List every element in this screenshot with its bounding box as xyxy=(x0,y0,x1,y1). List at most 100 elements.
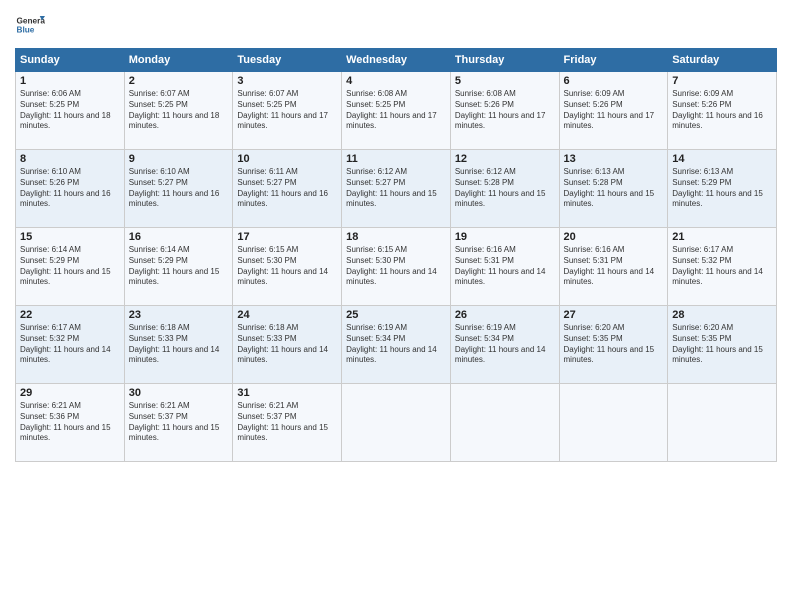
calendar-day-25: 25 Sunrise: 6:19 AM Sunset: 5:34 PM Dayl… xyxy=(342,306,451,384)
weekday-header-saturday: Saturday xyxy=(668,49,777,72)
day-info: Sunrise: 6:11 AM Sunset: 5:27 PM Dayligh… xyxy=(237,167,337,210)
day-number: 4 xyxy=(346,75,446,87)
day-info: Sunrise: 6:19 AM Sunset: 5:34 PM Dayligh… xyxy=(455,323,555,366)
calendar-day-9: 9 Sunrise: 6:10 AM Sunset: 5:27 PM Dayli… xyxy=(124,150,233,228)
day-info: Sunrise: 6:15 AM Sunset: 5:30 PM Dayligh… xyxy=(237,245,337,288)
weekday-header-monday: Monday xyxy=(124,49,233,72)
day-number: 29 xyxy=(20,387,120,399)
day-number: 28 xyxy=(672,309,772,321)
day-info: Sunrise: 6:16 AM Sunset: 5:31 PM Dayligh… xyxy=(564,245,664,288)
day-info: Sunrise: 6:09 AM Sunset: 5:26 PM Dayligh… xyxy=(564,89,664,132)
day-info: Sunrise: 6:13 AM Sunset: 5:29 PM Dayligh… xyxy=(672,167,772,210)
day-info: Sunrise: 6:07 AM Sunset: 5:25 PM Dayligh… xyxy=(129,89,229,132)
calendar-week-4: 22 Sunrise: 6:17 AM Sunset: 5:32 PM Dayl… xyxy=(16,306,777,384)
calendar-day-28: 28 Sunrise: 6:20 AM Sunset: 5:35 PM Dayl… xyxy=(668,306,777,384)
day-number: 6 xyxy=(564,75,664,87)
day-info: Sunrise: 6:09 AM Sunset: 5:26 PM Dayligh… xyxy=(672,89,772,132)
calendar-table: SundayMondayTuesdayWednesdayThursdayFrid… xyxy=(15,48,777,462)
day-number: 7 xyxy=(672,75,772,87)
calendar-day-26: 26 Sunrise: 6:19 AM Sunset: 5:34 PM Dayl… xyxy=(450,306,559,384)
weekday-header-friday: Friday xyxy=(559,49,668,72)
day-number: 25 xyxy=(346,309,446,321)
day-number: 23 xyxy=(129,309,229,321)
empty-cell xyxy=(559,384,668,462)
day-info: Sunrise: 6:07 AM Sunset: 5:25 PM Dayligh… xyxy=(237,89,337,132)
calendar-day-27: 27 Sunrise: 6:20 AM Sunset: 5:35 PM Dayl… xyxy=(559,306,668,384)
day-info: Sunrise: 6:21 AM Sunset: 5:36 PM Dayligh… xyxy=(20,401,120,444)
calendar-day-3: 3 Sunrise: 6:07 AM Sunset: 5:25 PM Dayli… xyxy=(233,72,342,150)
day-info: Sunrise: 6:14 AM Sunset: 5:29 PM Dayligh… xyxy=(129,245,229,288)
svg-text:Blue: Blue xyxy=(17,26,35,35)
day-number: 31 xyxy=(237,387,337,399)
calendar-week-5: 29 Sunrise: 6:21 AM Sunset: 5:36 PM Dayl… xyxy=(16,384,777,462)
day-number: 24 xyxy=(237,309,337,321)
day-info: Sunrise: 6:14 AM Sunset: 5:29 PM Dayligh… xyxy=(20,245,120,288)
weekday-header-thursday: Thursday xyxy=(450,49,559,72)
day-info: Sunrise: 6:08 AM Sunset: 5:25 PM Dayligh… xyxy=(346,89,446,132)
day-info: Sunrise: 6:06 AM Sunset: 5:25 PM Dayligh… xyxy=(20,89,120,132)
calendar-day-21: 21 Sunrise: 6:17 AM Sunset: 5:32 PM Dayl… xyxy=(668,228,777,306)
day-number: 26 xyxy=(455,309,555,321)
day-number: 30 xyxy=(129,387,229,399)
day-number: 13 xyxy=(564,153,664,165)
calendar-day-11: 11 Sunrise: 6:12 AM Sunset: 5:27 PM Dayl… xyxy=(342,150,451,228)
day-number: 2 xyxy=(129,75,229,87)
day-info: Sunrise: 6:20 AM Sunset: 5:35 PM Dayligh… xyxy=(672,323,772,366)
calendar-day-15: 15 Sunrise: 6:14 AM Sunset: 5:29 PM Dayl… xyxy=(16,228,125,306)
day-info: Sunrise: 6:17 AM Sunset: 5:32 PM Dayligh… xyxy=(20,323,120,366)
day-number: 11 xyxy=(346,153,446,165)
calendar-day-13: 13 Sunrise: 6:13 AM Sunset: 5:28 PM Dayl… xyxy=(559,150,668,228)
calendar-day-31: 31 Sunrise: 6:21 AM Sunset: 5:37 PM Dayl… xyxy=(233,384,342,462)
day-info: Sunrise: 6:10 AM Sunset: 5:26 PM Dayligh… xyxy=(20,167,120,210)
day-number: 5 xyxy=(455,75,555,87)
day-number: 8 xyxy=(20,153,120,165)
day-number: 12 xyxy=(455,153,555,165)
day-number: 20 xyxy=(564,231,664,243)
day-info: Sunrise: 6:17 AM Sunset: 5:32 PM Dayligh… xyxy=(672,245,772,288)
calendar-day-24: 24 Sunrise: 6:18 AM Sunset: 5:33 PM Dayl… xyxy=(233,306,342,384)
day-number: 27 xyxy=(564,309,664,321)
day-number: 16 xyxy=(129,231,229,243)
weekday-header-wednesday: Wednesday xyxy=(342,49,451,72)
calendar-day-22: 22 Sunrise: 6:17 AM Sunset: 5:32 PM Dayl… xyxy=(16,306,125,384)
weekday-header-row: SundayMondayTuesdayWednesdayThursdayFrid… xyxy=(16,49,777,72)
calendar-day-29: 29 Sunrise: 6:21 AM Sunset: 5:36 PM Dayl… xyxy=(16,384,125,462)
logo-icon: General Blue xyxy=(15,10,45,40)
calendar-day-1: 1 Sunrise: 6:06 AM Sunset: 5:25 PM Dayli… xyxy=(16,72,125,150)
empty-cell xyxy=(668,384,777,462)
day-number: 17 xyxy=(237,231,337,243)
calendar-day-18: 18 Sunrise: 6:15 AM Sunset: 5:30 PM Dayl… xyxy=(342,228,451,306)
day-info: Sunrise: 6:15 AM Sunset: 5:30 PM Dayligh… xyxy=(346,245,446,288)
calendar-day-8: 8 Sunrise: 6:10 AM Sunset: 5:26 PM Dayli… xyxy=(16,150,125,228)
weekday-header-sunday: Sunday xyxy=(16,49,125,72)
day-info: Sunrise: 6:18 AM Sunset: 5:33 PM Dayligh… xyxy=(129,323,229,366)
calendar-day-6: 6 Sunrise: 6:09 AM Sunset: 5:26 PM Dayli… xyxy=(559,72,668,150)
calendar-day-20: 20 Sunrise: 6:16 AM Sunset: 5:31 PM Dayl… xyxy=(559,228,668,306)
day-number: 9 xyxy=(129,153,229,165)
logo: General Blue xyxy=(15,10,45,40)
day-number: 21 xyxy=(672,231,772,243)
day-info: Sunrise: 6:12 AM Sunset: 5:28 PM Dayligh… xyxy=(455,167,555,210)
day-info: Sunrise: 6:16 AM Sunset: 5:31 PM Dayligh… xyxy=(455,245,555,288)
calendar-day-19: 19 Sunrise: 6:16 AM Sunset: 5:31 PM Dayl… xyxy=(450,228,559,306)
page: General Blue SundayMondayTuesdayWednesda… xyxy=(0,0,792,612)
day-info: Sunrise: 6:18 AM Sunset: 5:33 PM Dayligh… xyxy=(237,323,337,366)
calendar-day-23: 23 Sunrise: 6:18 AM Sunset: 5:33 PM Dayl… xyxy=(124,306,233,384)
calendar-week-1: 1 Sunrise: 6:06 AM Sunset: 5:25 PM Dayli… xyxy=(16,72,777,150)
empty-cell xyxy=(342,384,451,462)
day-number: 14 xyxy=(672,153,772,165)
day-number: 15 xyxy=(20,231,120,243)
day-number: 3 xyxy=(237,75,337,87)
calendar-day-2: 2 Sunrise: 6:07 AM Sunset: 5:25 PM Dayli… xyxy=(124,72,233,150)
calendar-day-4: 4 Sunrise: 6:08 AM Sunset: 5:25 PM Dayli… xyxy=(342,72,451,150)
day-info: Sunrise: 6:08 AM Sunset: 5:26 PM Dayligh… xyxy=(455,89,555,132)
day-number: 18 xyxy=(346,231,446,243)
day-info: Sunrise: 6:21 AM Sunset: 5:37 PM Dayligh… xyxy=(129,401,229,444)
day-info: Sunrise: 6:21 AM Sunset: 5:37 PM Dayligh… xyxy=(237,401,337,444)
calendar-week-2: 8 Sunrise: 6:10 AM Sunset: 5:26 PM Dayli… xyxy=(16,150,777,228)
day-info: Sunrise: 6:20 AM Sunset: 5:35 PM Dayligh… xyxy=(564,323,664,366)
day-number: 19 xyxy=(455,231,555,243)
calendar-day-7: 7 Sunrise: 6:09 AM Sunset: 5:26 PM Dayli… xyxy=(668,72,777,150)
calendar-day-30: 30 Sunrise: 6:21 AM Sunset: 5:37 PM Dayl… xyxy=(124,384,233,462)
calendar-day-17: 17 Sunrise: 6:15 AM Sunset: 5:30 PM Dayl… xyxy=(233,228,342,306)
